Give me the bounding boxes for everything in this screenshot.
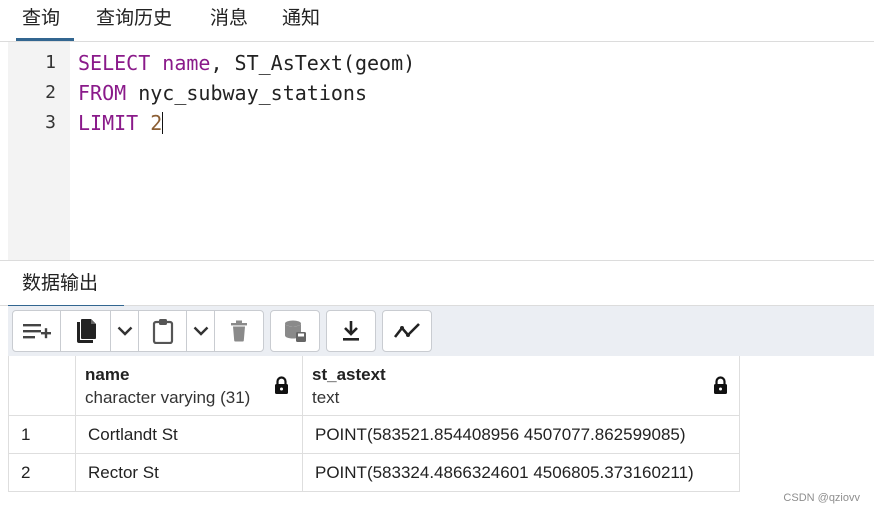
line-number: 2	[45, 82, 56, 103]
sql-editor[interactable]: 1 2 3 SELECT name, ST_AsText(geom) FROM …	[8, 42, 874, 260]
download-csv-button[interactable]	[327, 311, 375, 351]
tab-query-history[interactable]: 查询历史	[82, 0, 186, 40]
tab-messages[interactable]: 消息	[196, 0, 262, 40]
line-number-gutter: 1 2 3	[8, 42, 70, 260]
table-cell[interactable]: Rector St	[76, 454, 303, 492]
tab-notifications[interactable]: 通知	[268, 0, 334, 40]
save-data-changes-button[interactable]	[271, 311, 319, 351]
column-type: text	[312, 388, 340, 407]
cell-text: POINT(583324.4866324601 4506805.37316021…	[315, 463, 694, 482]
paste-options-dropdown[interactable]	[187, 311, 215, 351]
chevron-down-icon	[117, 326, 133, 336]
lock-icon	[713, 376, 728, 400]
graph-group	[382, 310, 432, 352]
table-cell[interactable]: POINT(583521.854408956 4507077.862599085…	[303, 416, 740, 454]
copy-icon	[75, 318, 97, 344]
lock-icon	[274, 376, 289, 400]
sql-text: , ST_AsText(geom)	[210, 51, 416, 75]
tab-data-output[interactable]: 数据输出	[8, 261, 124, 308]
table-cell[interactable]: POINT(583324.4866324601 4506805.37316021…	[303, 454, 740, 492]
download-group	[326, 310, 376, 352]
chevron-down-icon	[193, 326, 209, 336]
row-number[interactable]: 1	[8, 416, 76, 454]
graph-visualiser-icon	[393, 322, 421, 340]
cell-text: POINT(583521.854408956 4507077.862599085…	[315, 425, 686, 444]
sql-keyword: name	[162, 51, 211, 75]
graph-visualiser-button[interactable]	[383, 311, 431, 351]
output-tab-bar: 数据输出	[0, 260, 874, 308]
result-grid: name character varying (31) st_astext te…	[8, 356, 740, 492]
sql-keyword: SELECT	[78, 51, 151, 75]
column-name: st_astext	[312, 365, 386, 384]
table-cell[interactable]: Cortlandt St	[76, 416, 303, 454]
column-header-st-astext[interactable]: st_astext text	[303, 356, 740, 416]
cell-text: Cortlandt St	[88, 425, 178, 444]
copy-button[interactable]	[61, 311, 111, 351]
add-row-button[interactable]	[13, 311, 61, 351]
data-toolbar	[8, 306, 874, 356]
row-number-text: 1	[21, 425, 31, 444]
row-edit-group	[12, 310, 264, 352]
add-row-icon	[22, 320, 52, 342]
watermark: CSDN @qziovv	[783, 492, 860, 504]
row-number[interactable]: 2	[8, 454, 76, 492]
text-caret	[162, 112, 164, 134]
save-group	[270, 310, 320, 352]
row-number-header[interactable]	[8, 356, 76, 416]
sql-number: 2	[150, 111, 163, 135]
column-header-name[interactable]: name character varying (31)	[76, 356, 303, 416]
code-line[interactable]: SELECT name, ST_AsText(geom)	[78, 51, 415, 75]
line-number: 3	[45, 112, 56, 133]
row-number-text: 2	[21, 463, 31, 482]
line-number: 1	[45, 52, 56, 73]
copy-options-dropdown[interactable]	[111, 311, 139, 351]
code-line[interactable]: LIMIT 2	[78, 111, 164, 135]
paste-icon	[152, 318, 174, 344]
sql-keyword: LIMIT	[78, 111, 139, 135]
delete-icon	[230, 320, 248, 342]
save-data-icon	[283, 319, 307, 343]
query-tab-bar: 查询 查询历史 消息 通知	[0, 0, 874, 42]
column-name: name	[85, 365, 130, 384]
column-type: character varying (31)	[85, 388, 251, 407]
code-line[interactable]: FROM nyc_subway_stations	[78, 81, 367, 105]
delete-row-button[interactable]	[215, 311, 263, 351]
sql-text: nyc_subway_stations	[126, 81, 367, 105]
cell-text: Rector St	[88, 463, 159, 482]
tab-query[interactable]: 查询	[8, 0, 75, 41]
download-icon	[341, 320, 361, 342]
paste-button[interactable]	[139, 311, 187, 351]
sql-keyword: FROM	[78, 81, 127, 105]
